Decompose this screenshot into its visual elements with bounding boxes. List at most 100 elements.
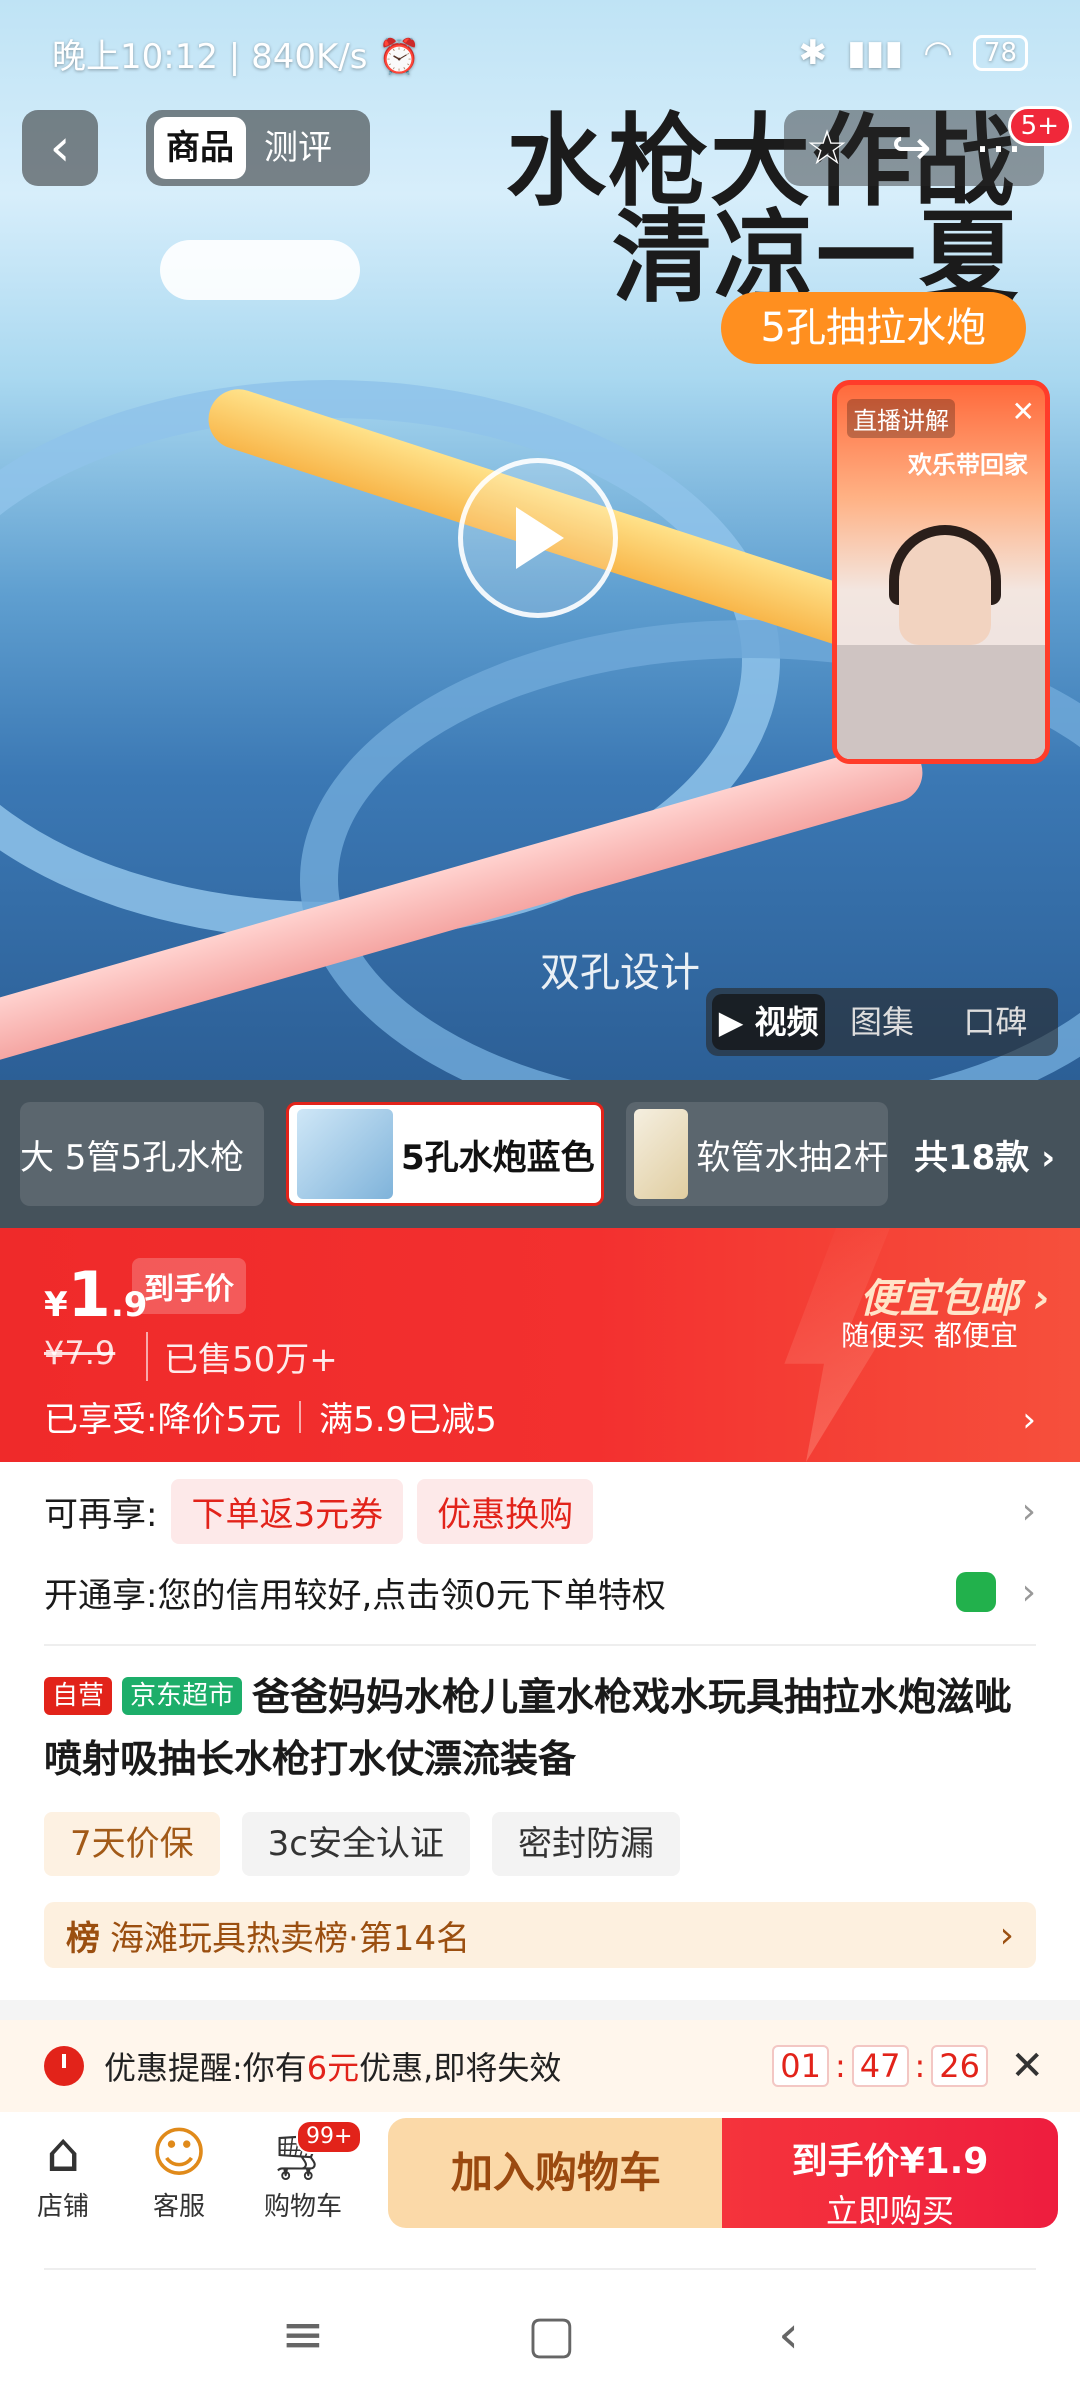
message-badge: 5+ (1007, 106, 1072, 146)
credit-chevron-icon: › (1021, 1571, 1036, 1613)
status-time: 晚上10:12 (52, 36, 218, 77)
chip-safety-cert[interactable]: 3c安全认证 (241, 1812, 470, 1876)
price-integer: 1 (67, 1258, 111, 1331)
offers-section: 可再享: 下单返3元券 优惠换购 › 开通享: 您的信用较好,点击领0元下单特权… (0, 1462, 1080, 1644)
menu-icon[interactable]: ≡ (281, 2305, 325, 2365)
back-nav-icon[interactable]: ‹ (778, 2305, 799, 2365)
bluetooth-icon: ✱ (798, 33, 828, 73)
variant-count-label: 共18款 (914, 1137, 1030, 1178)
live-label: 直播讲解 (847, 399, 955, 438)
tab-goods[interactable]: 商品 (154, 117, 246, 179)
product-hero-image[interactable]: 晚上10:12 | 840K/s ⏰ ✱ ▮▮▮ ◠ 78 ‹ 商品 测评 水枪… (0, 0, 1080, 1080)
countdown-timer: 01: 47: 26 (772, 2045, 988, 2087)
discount-2: 满5.9已减5 (319, 1400, 497, 1440)
cart-badge: 99+ (296, 2120, 363, 2154)
discount-row[interactable]: 已享受: 降价5元 满5.9已减5 (44, 1392, 497, 1441)
back-arrow-icon: ‹ (49, 118, 71, 178)
share-icon[interactable]: ↪ (891, 120, 931, 176)
ranking-bar[interactable]: 榜 海滩玩具热卖榜·第14名 › (44, 1902, 1036, 1968)
bottom-action-bar: ⌂ 店铺 ☺ 客服 🛒︎ 购物车 99+ 加入购物车 到手价¥1.9 立即购买 (0, 2112, 1080, 2230)
section-gap (0, 2000, 1080, 2020)
promo-subtitle: 随便买 都便宜 (841, 1319, 1018, 1352)
credit-row[interactable]: 开通享: 您的信用较好,点击领0元下单特权 › (44, 1562, 1036, 1622)
cloud-decoration (160, 240, 360, 300)
service-label: 客服 (152, 2192, 205, 2222)
alarm-icon: ⏰ (378, 36, 421, 77)
reminder-suffix: 优惠,即将失效 (359, 2049, 562, 2087)
buy-now-button[interactable]: 到手价¥1.9 立即购买 (722, 2118, 1058, 2230)
variant-thumb-3-image (634, 1109, 689, 1199)
shopping-bag-icon (956, 1572, 996, 1612)
reminder-prefix: 优惠提醒:你有 (104, 2049, 307, 2087)
home-icon[interactable]: ▢ (527, 2305, 576, 2365)
play-video-button[interactable] (458, 458, 618, 618)
service-button[interactable]: ☺ 客服 (134, 2120, 224, 2223)
battery-indicator: 78 (972, 35, 1028, 71)
variant-strip: 大 5管5孔水枪 5孔水炮蓝色 软管水抽2杆 共18款 › (0, 1080, 1080, 1228)
tab-review[interactable]: 测评 (252, 117, 344, 179)
price-currency: ¥ (44, 1285, 68, 1325)
variant-thumb-2[interactable]: 5孔水炮蓝色 (286, 1102, 604, 1206)
countdown-hours: 01 (772, 2045, 829, 2087)
live-desk (837, 645, 1045, 759)
header-actions: ☆ ↪ ⋯ (784, 110, 1044, 186)
image-watermark: 双孔设计 (540, 950, 700, 996)
self-operated-badge: 自营 (44, 1677, 113, 1715)
coupon-tag-2[interactable]: 优惠换购 (417, 1478, 594, 1544)
chip-leak-proof[interactable]: 密封防漏 (491, 1812, 680, 1876)
favorite-star-icon[interactable]: ☆ (805, 120, 848, 176)
rank-chevron-icon: › (999, 1914, 1014, 1956)
live-banner: 欢乐带回家 (908, 451, 1028, 479)
signal-icon: ▮▮▮ (847, 33, 904, 73)
variant-thumb-2-label: 5孔水炮蓝色 (401, 1137, 595, 1178)
service-icon: ☺ (150, 2121, 208, 2184)
back-button[interactable]: ‹ (22, 110, 98, 186)
system-nav-bar: ≡ ▢ ‹ (0, 2270, 1080, 2400)
price-banner: ¥ 1 .9 到手价 ¥7.9 已售50万+ 已享受: 降价5元 满5.9已减5… (0, 1228, 1080, 1462)
store-label: 店铺 (36, 2192, 89, 2222)
add-to-cart-button[interactable]: 加入购物车 (388, 2118, 724, 2228)
live-stream-window[interactable]: 直播讲解 ✕ 欢乐带回家 (832, 380, 1050, 764)
media-tab-video-label: 视频 (754, 1003, 819, 1041)
media-tab-reviews[interactable]: 口碑 (939, 994, 1052, 1050)
chip-price-protection[interactable]: 7天价保 (44, 1812, 220, 1876)
play-icon (516, 507, 564, 569)
store-button[interactable]: ⌂ 店铺 (18, 2120, 108, 2223)
cart-label: 购物车 (263, 2192, 342, 2222)
buy-now-label: 立即购买 (825, 2192, 954, 2230)
discount-1: 降价5元 (157, 1400, 282, 1440)
coupon-row-label: 可再享: (44, 1494, 158, 1535)
credit-row-text: 您的信用较好,点击领0元下单特权 (157, 1575, 666, 1616)
variant-thumb-3[interactable]: 软管水抽2杆 (626, 1102, 888, 1206)
product-title: 自营 京东超市 爸爸妈妈水枪儿童水枪戏水玩具抽拉水炮滋呲喷射吸抽长水枪打水仗漂流装备 (44, 1666, 1036, 1790)
status-bar: 晚上10:12 | 840K/s ⏰ ✱ ▮▮▮ ◠ 78 (52, 28, 1028, 78)
section-divider (44, 1644, 1036, 1646)
status-speed: 840K/s (251, 36, 368, 77)
live-close-icon[interactable]: ✕ (1012, 395, 1035, 428)
reminder-amount: 6元 (306, 2049, 360, 2087)
media-tab-gallery[interactable]: 图集 (825, 994, 938, 1050)
variant-thumb-1-label: 大 5管5孔水枪 (20, 1137, 245, 1178)
discount-reminder[interactable]: 优惠提醒:你有 6元 优惠,即将失效 01: 47: 26 ✕ (0, 2020, 1080, 2112)
coupon-chevron-icon: › (1021, 1490, 1036, 1532)
rank-text: 海滩玩具热卖榜·第14名 (110, 1918, 471, 1959)
variant-thumb-1[interactable]: 大 5管5孔水枪 (20, 1102, 264, 1206)
countdown-seconds: 26 (931, 2045, 988, 2087)
discount-chevron-icon[interactable]: › (1022, 1400, 1036, 1440)
final-price-tag: 到手价 (132, 1258, 246, 1314)
buy-price-label: 到手价¥1.9 (791, 2141, 989, 2182)
variant-thumb-2-image (297, 1109, 393, 1199)
discount-separator (299, 1400, 302, 1433)
discount-label: 已享受: (44, 1400, 158, 1440)
close-reminder-icon[interactable]: ✕ (1010, 2043, 1044, 2089)
store-icon: ⌂ (45, 2121, 81, 2184)
credit-row-label: 开通享: (44, 1575, 158, 1616)
coupon-tag-1[interactable]: 下单返3元券 (171, 1478, 404, 1544)
jd-supermarket-badge: 京东超市 (122, 1677, 243, 1715)
variant-count-button[interactable]: 共18款 › (914, 1130, 1055, 1179)
coupon-row[interactable]: 可再享: 下单返3元券 优惠换购 › (44, 1476, 1036, 1546)
original-price: ¥7.9 (44, 1334, 116, 1372)
streamer-avatar (899, 535, 991, 645)
rank-icon: 榜 (66, 1918, 100, 1959)
media-tab-video[interactable]: ▶ 视频 (712, 994, 826, 1050)
